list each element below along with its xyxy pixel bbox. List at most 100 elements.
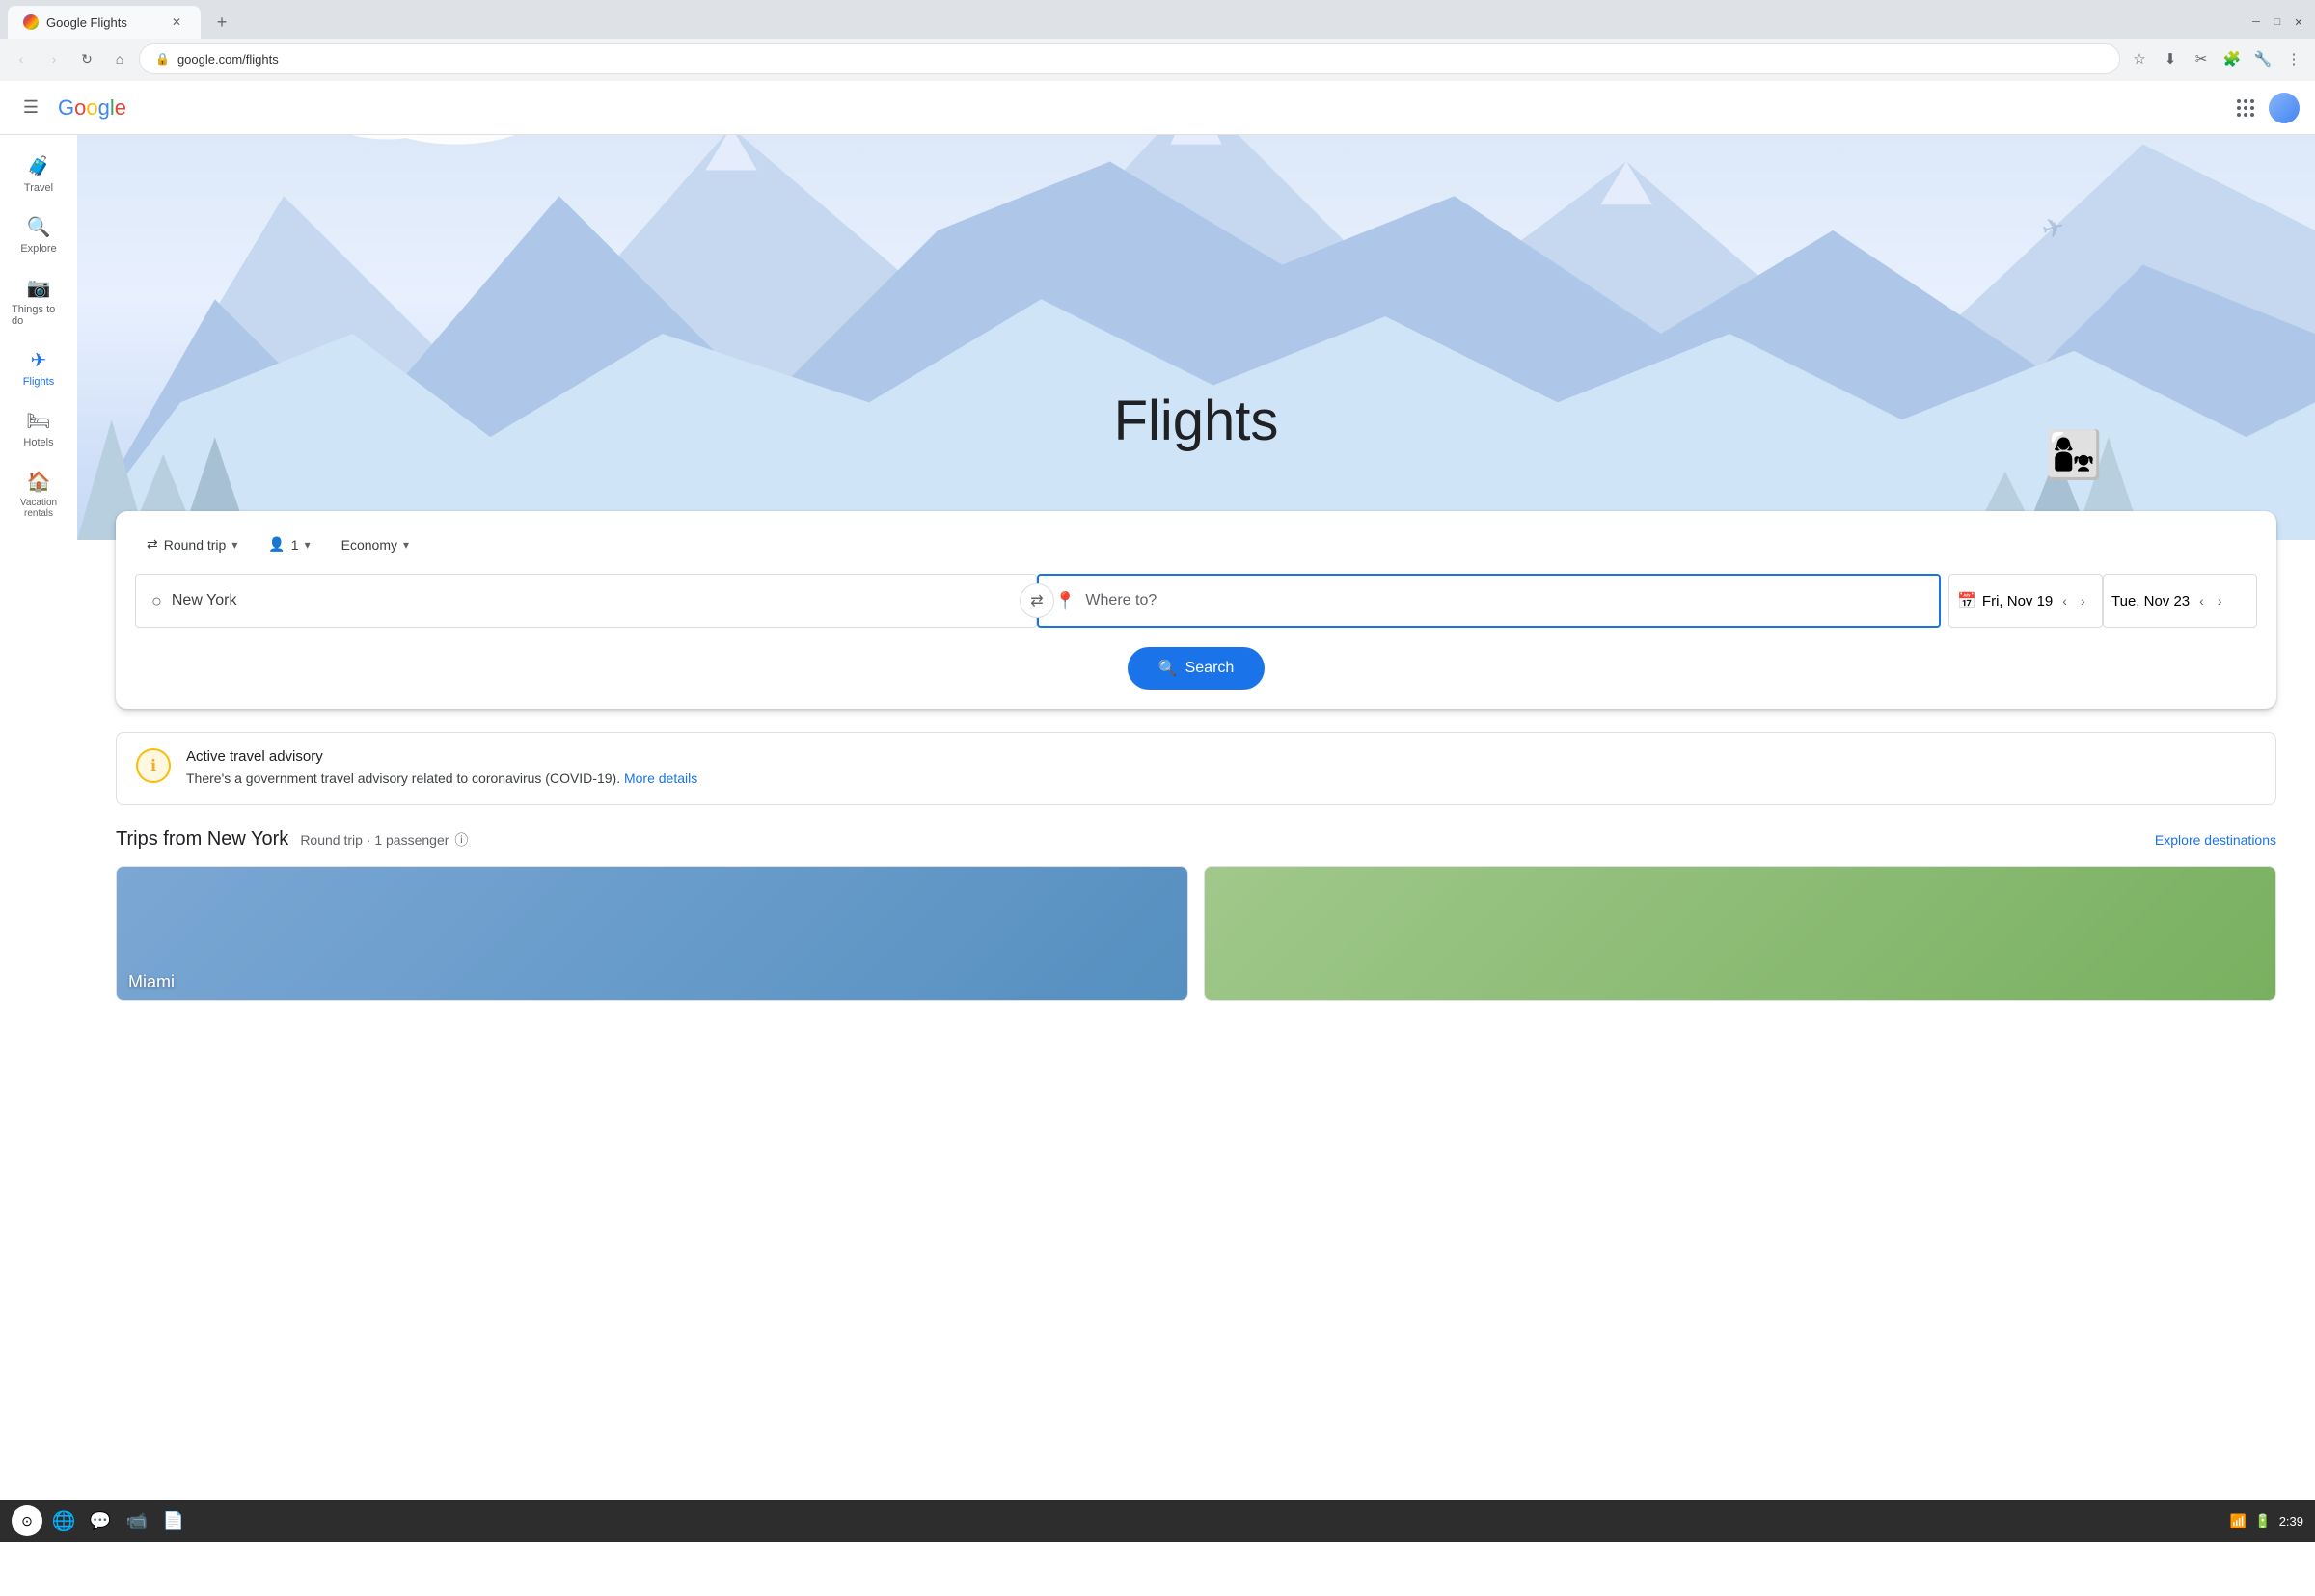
tab-close-button[interactable]: ✕ xyxy=(168,14,185,31)
class-label: Economy xyxy=(341,537,397,553)
taskbar-chrome-icon[interactable]: 🌐 xyxy=(48,1505,79,1536)
home-button[interactable]: ⌂ xyxy=(106,45,133,72)
explore-icon: 🔍 xyxy=(27,215,51,239)
sidebar: 🧳 Travel 🔍 Explore 📷 Things to do ✈ Flig… xyxy=(0,135,77,1596)
travel-icon: 🧳 xyxy=(27,154,51,178)
scissors-icon[interactable]: ✂ xyxy=(2188,45,2215,72)
advisory-text: There's a government travel advisory rel… xyxy=(186,769,697,789)
hero-section: ✈ 👩‍👧 Flights xyxy=(77,135,2315,540)
browser-tab[interactable]: Google Flights ✕ xyxy=(8,6,201,39)
destination-icon: 📍 xyxy=(1054,591,1076,611)
destination-field[interactable]: 📍 xyxy=(1037,574,1941,628)
advisory-more-details-link[interactable]: More details xyxy=(624,771,697,786)
class-button[interactable]: Economy ▾ xyxy=(330,531,421,558)
passengers-label: 1 xyxy=(291,537,299,553)
trip-type-button[interactable]: ⇄ Round trip ▾ xyxy=(135,530,249,558)
sidebar-item-flights[interactable]: ✈ Flights xyxy=(8,338,69,397)
calendar-icon: 📅 xyxy=(1957,591,1976,610)
puzzle-icon[interactable]: 🧩 xyxy=(2219,45,2246,72)
swap-arrows-icon: ⇄ xyxy=(147,536,158,553)
tab-favicon xyxy=(23,14,39,30)
apps-button[interactable] xyxy=(2230,93,2261,123)
return-date-label: Tue, Nov 23 xyxy=(2111,593,2190,609)
new-tab-button[interactable]: + xyxy=(208,9,235,36)
url-text: google.com/flights xyxy=(177,52,279,67)
taskbar-chat-icon[interactable]: 💬 xyxy=(85,1505,116,1536)
return-next-button[interactable]: › xyxy=(2214,589,2226,612)
forward-button[interactable]: › xyxy=(41,45,68,72)
user-avatar[interactable] xyxy=(2269,93,2300,123)
taskbar-right: 📶 🔋 2:39 xyxy=(2230,1513,2303,1529)
trip-type-chevron: ▾ xyxy=(232,538,237,552)
hotels-icon: 🛏 xyxy=(26,409,50,433)
trips-title: Trips from New York xyxy=(116,828,288,851)
sidebar-label-vacation: Vacation rentals xyxy=(12,498,66,519)
origin-field[interactable]: ○ xyxy=(135,574,1037,628)
maximize-button[interactable]: □ xyxy=(2269,14,2286,31)
taskbar-time: 2:39 xyxy=(2279,1514,2303,1528)
flights-icon: ✈ xyxy=(31,348,47,372)
meet-icon: 📹 xyxy=(126,1511,148,1531)
bookmark-icon[interactable]: ☆ xyxy=(2126,45,2153,72)
taskbar-meet-icon[interactable]: 📹 xyxy=(122,1505,152,1536)
hamburger-menu[interactable]: ☰ xyxy=(15,93,46,123)
trip-card-miami[interactable]: Miami xyxy=(116,866,1188,1001)
close-button[interactable]: ✕ xyxy=(2290,14,2307,31)
trips-meta: Round trip · 1 passenger ⓘ xyxy=(300,830,468,850)
lock-icon: 🔒 xyxy=(155,52,170,66)
trip-card-2[interactable] xyxy=(1204,866,2276,1001)
ext-icon[interactable]: 🔧 xyxy=(2249,45,2276,72)
depart-next-button[interactable]: › xyxy=(2077,589,2089,612)
advisory-title: Active travel advisory xyxy=(186,748,697,765)
search-options: ⇄ Round trip ▾ 👤 1 ▾ Economy ▾ xyxy=(135,530,2257,558)
swap-button[interactable]: ⇄ xyxy=(1020,583,1054,618)
advisory-icon: ℹ xyxy=(136,748,171,783)
google-logo: Google xyxy=(58,95,126,121)
return-prev-button[interactable]: ‹ xyxy=(2195,589,2208,612)
sidebar-label-travel: Travel xyxy=(24,182,53,194)
menu-icon[interactable]: ⋮ xyxy=(2280,45,2307,72)
destination-input[interactable] xyxy=(1085,592,1923,609)
return-date-field[interactable]: Tue, Nov 23 ‹ › xyxy=(2103,574,2257,628)
taskbar-docs-icon[interactable]: 📄 xyxy=(158,1505,189,1536)
search-panel: ⇄ Round trip ▾ 👤 1 ▾ Economy ▾ ○ xyxy=(116,511,2276,709)
tab-title: Google Flights xyxy=(46,15,127,30)
sidebar-item-hotels[interactable]: 🛏 Hotels xyxy=(8,399,69,458)
search-button-icon: 🔍 xyxy=(1158,659,1178,678)
minimize-button[interactable]: ─ xyxy=(2247,14,2265,31)
wifi-icon: 📶 xyxy=(2230,1513,2247,1529)
sidebar-label-explore: Explore xyxy=(20,243,56,255)
sidebar-label-hotels: Hotels xyxy=(23,437,53,448)
info-icon: ℹ xyxy=(150,756,156,775)
things-icon: 📷 xyxy=(27,276,51,300)
origin-input[interactable] xyxy=(172,592,1021,609)
download-icon[interactable]: ⬇ xyxy=(2157,45,2184,72)
trips-header: Trips from New York Round trip · 1 passe… xyxy=(116,828,2276,851)
person-icon: 👤 xyxy=(268,536,285,553)
passengers-button[interactable]: 👤 1 ▾ xyxy=(257,530,321,558)
swap-icon: ⇄ xyxy=(1030,591,1043,610)
depart-date-field[interactable]: 📅 Fri, Nov 19 ‹ › xyxy=(1948,574,2103,628)
trips-section: Trips from New York Round trip · 1 passe… xyxy=(116,828,2276,1001)
search-button-label: Search xyxy=(1185,660,1235,677)
back-button[interactable]: ‹ xyxy=(8,45,35,72)
google-header: ☰ Google xyxy=(0,81,2315,135)
taskbar-circle-icon: ⊙ xyxy=(21,1513,33,1529)
window-controls: ─ □ ✕ xyxy=(2247,14,2307,31)
search-button[interactable]: 🔍 Search xyxy=(1128,647,1266,690)
date-fields: 📅 Fri, Nov 19 ‹ › Tue, Nov 23 ‹ › xyxy=(1948,574,2257,628)
sidebar-item-explore[interactable]: 🔍 Explore xyxy=(8,205,69,264)
header-right xyxy=(2230,93,2300,123)
address-bar[interactable]: 🔒 google.com/flights xyxy=(139,43,2120,74)
taskbar-circle[interactable]: ⊙ xyxy=(12,1505,42,1536)
sidebar-item-vacation-rentals[interactable]: 🏠 Vacation rentals xyxy=(8,460,69,528)
refresh-button[interactable]: ↻ xyxy=(73,45,100,72)
depart-prev-button[interactable]: ‹ xyxy=(2058,589,2071,612)
advisory-panel: ℹ Active travel advisory There's a gover… xyxy=(116,732,2276,805)
sidebar-item-things-to-do[interactable]: 📷 Things to do xyxy=(8,266,69,337)
advisory-content: Active travel advisory There's a governm… xyxy=(186,748,697,789)
browser-chrome: Google Flights ✕ + ─ □ ✕ ‹ › ↻ ⌂ 🔒 googl… xyxy=(0,0,2315,81)
depart-date-label: Fri, Nov 19 xyxy=(1982,593,2053,609)
sidebar-item-travel[interactable]: 🧳 Travel xyxy=(8,145,69,203)
explore-destinations-link[interactable]: Explore destinations xyxy=(2155,832,2276,848)
